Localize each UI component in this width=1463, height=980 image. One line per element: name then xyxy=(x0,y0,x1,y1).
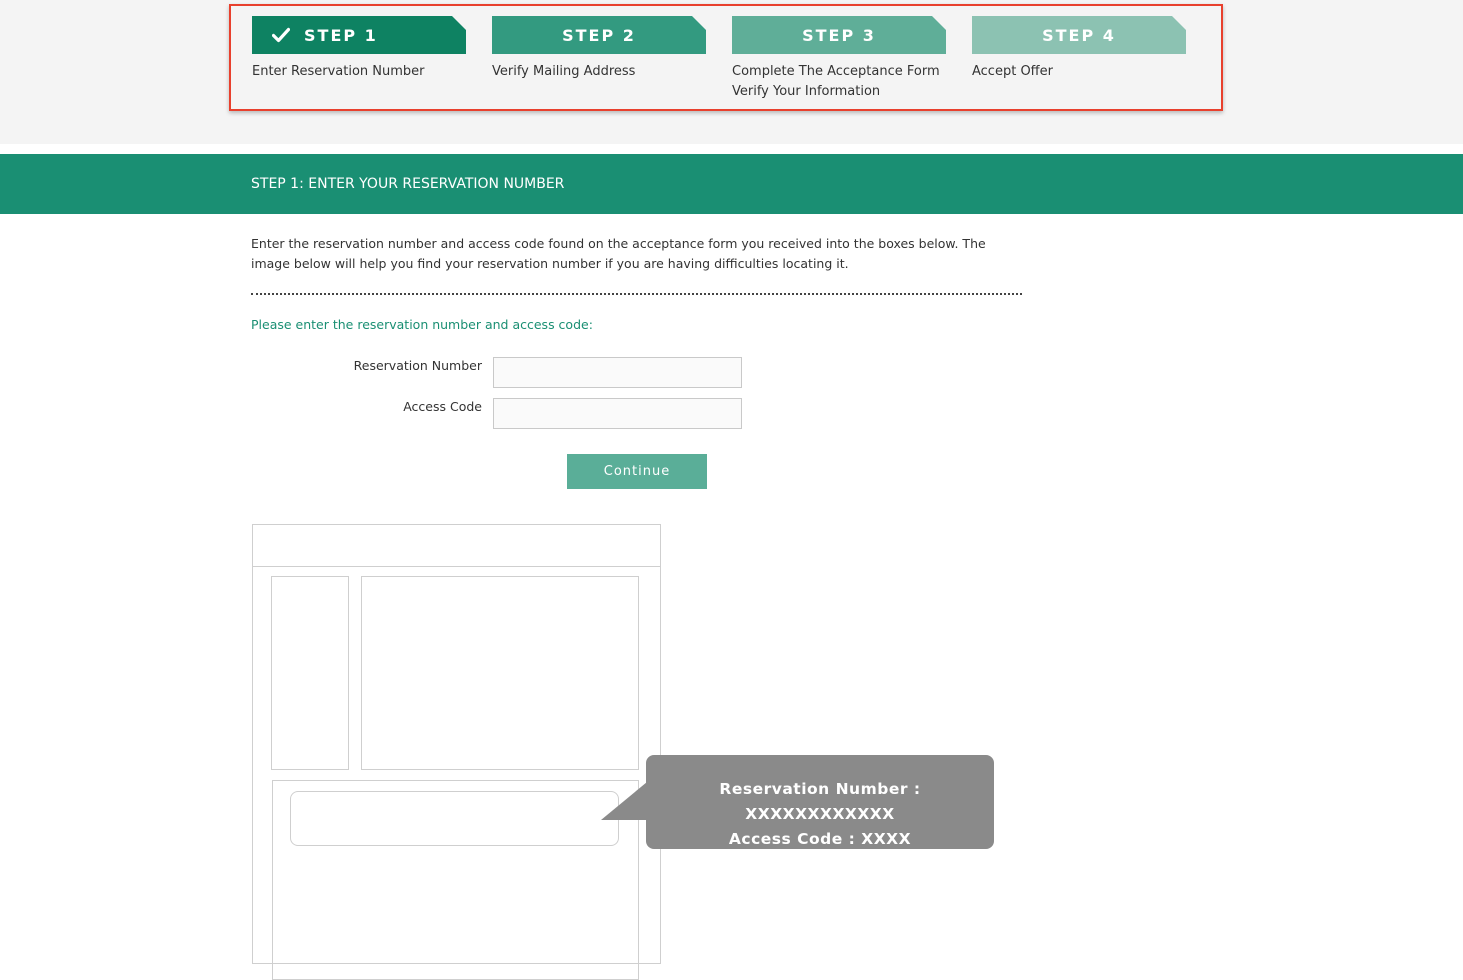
acceptance-form-illustration xyxy=(252,524,661,980)
illustration-header xyxy=(253,525,660,567)
continue-button[interactable]: Continue xyxy=(567,454,707,489)
divider xyxy=(251,293,1022,295)
progress-highlight xyxy=(229,4,1223,111)
intro-text: Enter the reservation number and access … xyxy=(251,236,986,271)
reservation-callout: Reservation Number : XXXXXXXXXXXX Access… xyxy=(646,755,994,849)
illustration-left-panel xyxy=(271,576,349,770)
callout-reservation-number: Reservation Number : XXXXXXXXXXXX xyxy=(719,780,921,823)
reservation-number-label: Reservation Number xyxy=(353,358,482,373)
section-title: STEP 1: ENTER YOUR RESERVATION NUMBER xyxy=(251,176,565,192)
reservation-number-input[interactable] xyxy=(493,357,742,388)
illustration-code-field xyxy=(290,791,619,846)
callout-access-code: Access Code : XXXX xyxy=(728,830,912,848)
illustration-right-panel xyxy=(361,576,639,770)
section-header: STEP 1: ENTER YOUR RESERVATION NUMBER xyxy=(0,154,1463,214)
form-prompt: Please enter the reservation number and … xyxy=(251,317,593,332)
access-code-input[interactable] xyxy=(493,398,742,429)
callout-pointer xyxy=(601,782,647,820)
access-code-label: Access Code xyxy=(403,399,482,414)
